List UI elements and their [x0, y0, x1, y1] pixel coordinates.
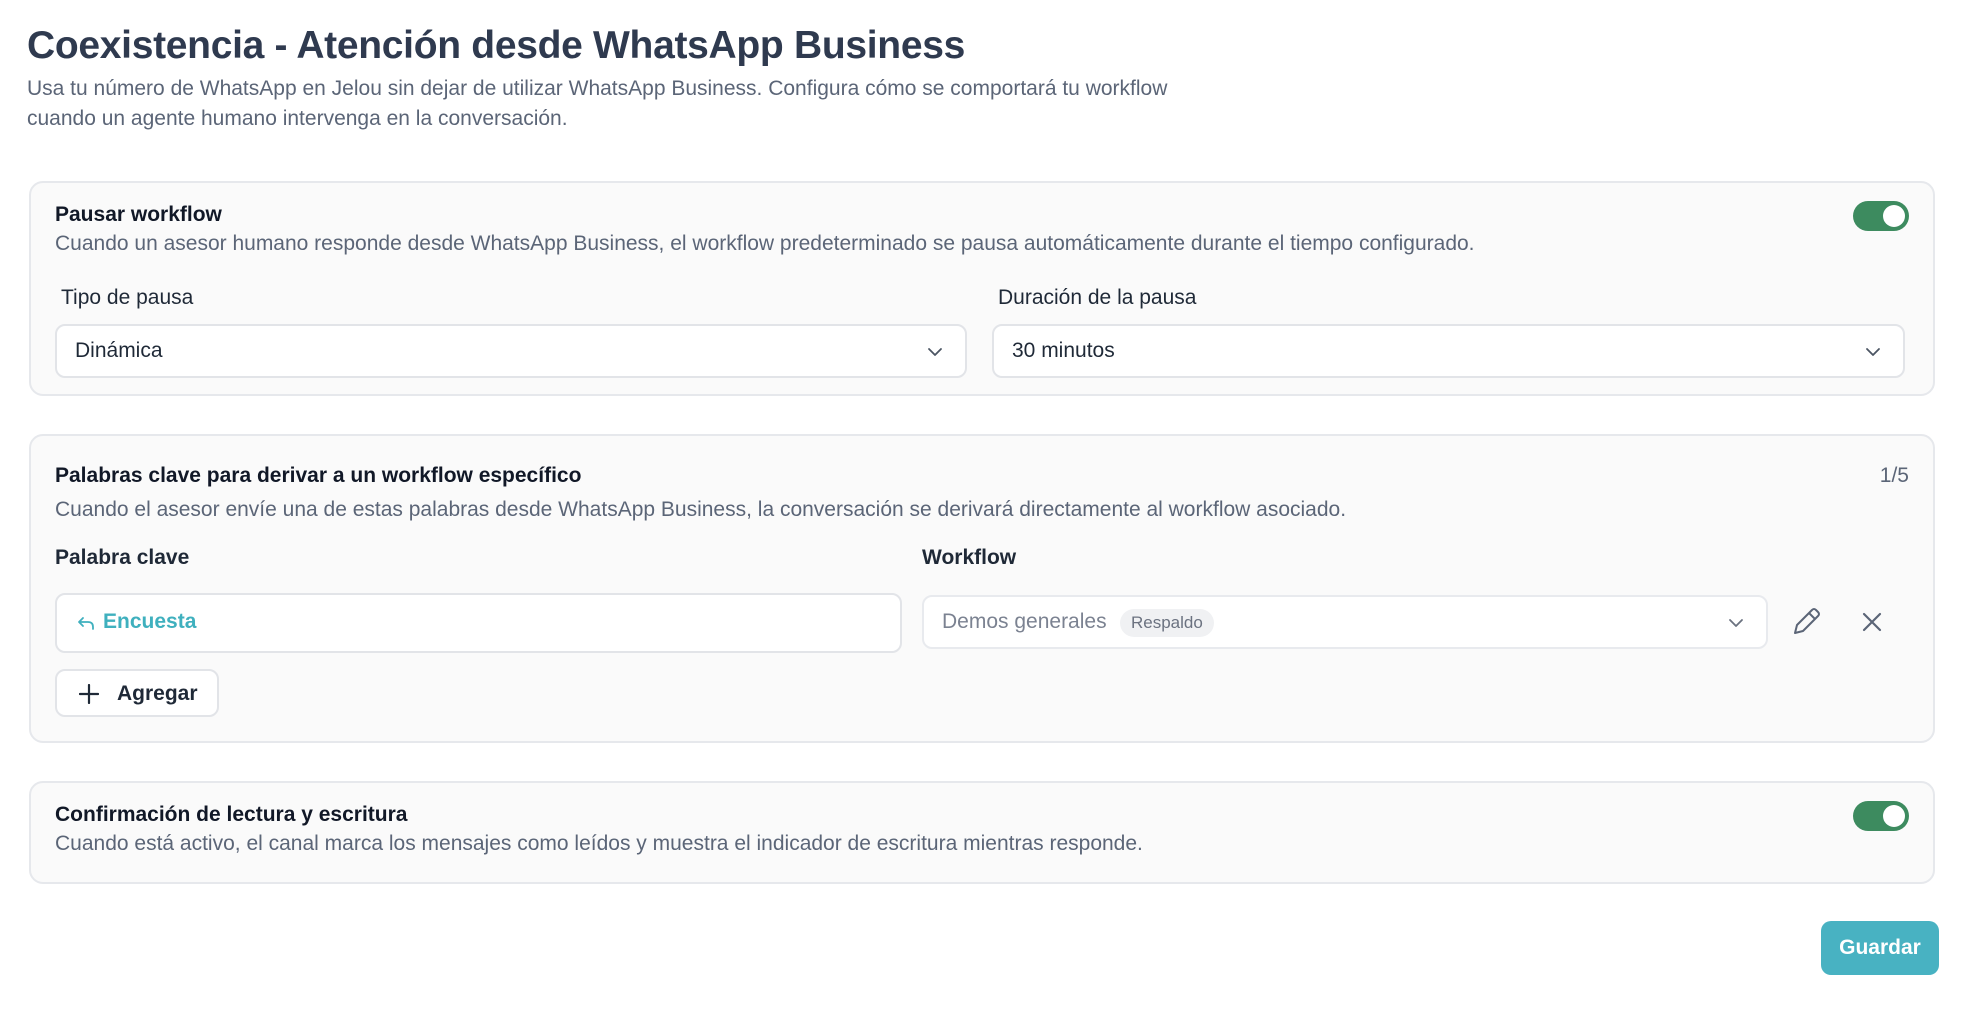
workflow-column-label: Workflow [922, 546, 1017, 569]
close-icon [1862, 612, 1882, 632]
add-keyword-button[interactable]: Agregar [55, 669, 219, 717]
pause-type-select[interactable]: Dinámica [55, 324, 967, 378]
workflow-value: Demos generales [942, 610, 1107, 633]
page-header: Coexistencia - Atención desde WhatsApp B… [27, 22, 1327, 134]
page-subtitle: Usa tu número de WhatsApp en Jelou sin d… [27, 77, 1168, 130]
pause-type-value: Dinámica [75, 339, 163, 362]
edit-keyword-button[interactable] [1788, 604, 1824, 640]
workflow-select[interactable]: Demos generales Respaldo [922, 595, 1768, 649]
chevron-down-icon [1866, 348, 1880, 356]
remove-keyword-button[interactable] [1854, 604, 1890, 640]
reply-arrow-icon [78, 617, 94, 630]
read-receipts-card: Confirmación de lectura y escritura Cuan… [29, 781, 1935, 884]
plus-icon [79, 684, 99, 704]
pause-duration-label: Duración de la pausa [998, 286, 1197, 309]
toggle-knob [1883, 205, 1905, 227]
pause-duration-value: 30 minutos [1012, 339, 1115, 362]
pause-duration-select[interactable]: 30 minutos [992, 324, 1905, 378]
save-button[interactable]: Guardar [1821, 921, 1939, 975]
read-receipts-title: Confirmación de lectura y escritura [55, 803, 408, 826]
pause-workflow-toggle[interactable] [1853, 201, 1909, 231]
workflow-badge: Respaldo [1120, 609, 1214, 637]
pause-workflow-description: Cuando un asesor humano responde desde W… [55, 232, 1475, 255]
keyword-input[interactable]: Encuesta [55, 593, 902, 653]
keyword-column-label: Palabra clave [55, 546, 190, 569]
pencil-icon [1794, 608, 1820, 634]
page-title: Coexistencia - Atención desde WhatsApp B… [27, 24, 965, 67]
toggle-knob [1883, 805, 1905, 827]
pause-workflow-card: Pausar workflow Cuando un asesor humano … [29, 181, 1935, 396]
chevron-down-icon [1729, 619, 1743, 627]
pause-type-label: Tipo de pausa [61, 286, 194, 309]
read-receipts-toggle[interactable] [1853, 801, 1909, 831]
keywords-description: Cuando el asesor envíe una de estas pala… [55, 498, 1347, 521]
pause-workflow-title: Pausar workflow [55, 203, 222, 226]
keyword-value: Encuesta [103, 610, 197, 633]
keywords-title: Palabras clave para derivar a un workflo… [55, 464, 582, 487]
keywords-counter: 1/5 [1879, 464, 1909, 487]
add-keyword-label: Agregar [117, 682, 198, 705]
read-receipts-description: Cuando está activo, el canal marca los m… [55, 832, 1143, 855]
chevron-down-icon [928, 348, 942, 356]
keywords-card: Palabras clave para derivar a un workflo… [29, 434, 1935, 743]
